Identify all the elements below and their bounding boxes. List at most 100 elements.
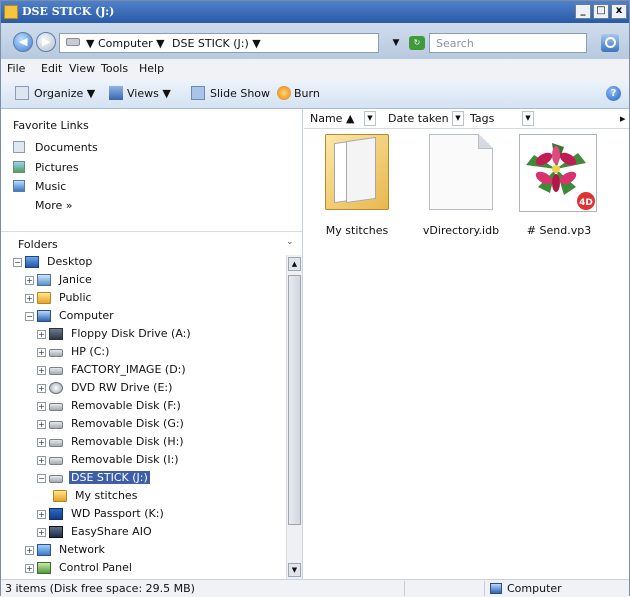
- file-name: # Send.vp3: [526, 224, 592, 237]
- tree-scrollbar[interactable]: ▲ ▼: [286, 255, 302, 579]
- status-zone: Computer: [507, 582, 562, 595]
- tree-label: WD Passport (K:): [71, 507, 164, 520]
- removable-disk-icon: [49, 403, 63, 411]
- address-bar: ◀ ▶ ▼ Computer ▼ DSE STICK (J:) ▼ ▼ ↻ Se…: [1, 23, 629, 59]
- column-header: Name ▲ ▼ Date taken ▼ Tags ▼ ▸: [304, 109, 629, 129]
- pictures-icon: [13, 161, 25, 173]
- expand-icon[interactable]: +: [25, 294, 34, 303]
- tree-label: Network: [59, 543, 105, 556]
- back-arrow-icon: ◀: [19, 35, 28, 48]
- tree-label: Removable Disk (G:): [71, 417, 184, 430]
- folder-icon: [325, 134, 389, 210]
- column-dropdown-icon[interactable]: ▼: [452, 111, 464, 126]
- slideshow-button[interactable]: Slide Show: [210, 87, 270, 100]
- column-more-icon[interactable]: ▸: [620, 112, 626, 125]
- collapse-icon[interactable]: −: [25, 312, 34, 321]
- floppy-drive-icon: [49, 328, 63, 340]
- column-date-taken[interactable]: Date taken: [388, 112, 449, 125]
- breadcrumb-computer[interactable]: ▼ Computer ▼: [86, 37, 165, 50]
- search-input[interactable]: Search: [429, 33, 587, 53]
- file-item-vdirectory[interactable]: vDirectory.idb: [416, 129, 506, 241]
- close-button[interactable]: x: [611, 4, 627, 19]
- collapse-icon[interactable]: −: [37, 474, 46, 483]
- maximize-button[interactable]: □: [593, 4, 609, 19]
- collapse-icon[interactable]: −: [13, 258, 22, 267]
- network-icon: [37, 544, 51, 556]
- menu-view[interactable]: View: [69, 62, 95, 75]
- address-field[interactable]: ▼ Computer ▼ DSE STICK (J:) ▼: [59, 33, 379, 53]
- printer-icon: [49, 526, 63, 538]
- favorite-label: Music: [35, 180, 67, 193]
- chevron-down-icon[interactable]: ⌄: [286, 237, 294, 247]
- file-name: My stitches: [325, 224, 389, 237]
- scroll-thumb[interactable]: [288, 275, 301, 525]
- embroidery-flower-icon: 4D: [519, 134, 597, 212]
- scroll-up-icon[interactable]: ▲: [288, 257, 301, 271]
- minimize-button[interactable]: _: [575, 4, 591, 19]
- dvd-drive-icon: [49, 382, 63, 394]
- search-placeholder: Search: [436, 37, 474, 50]
- views-button[interactable]: Views ▼: [127, 87, 171, 100]
- music-icon: [13, 180, 25, 192]
- expand-icon[interactable]: +: [37, 456, 46, 465]
- status-divider: [484, 581, 485, 596]
- tree-label: HP (C:): [71, 345, 110, 358]
- removable-disk-icon: [49, 421, 63, 429]
- tree-label: Computer: [59, 309, 114, 322]
- menu-file[interactable]: File: [7, 62, 25, 75]
- column-tags[interactable]: Tags: [470, 112, 494, 125]
- file-item-my-stitches[interactable]: My stitches: [312, 129, 402, 241]
- expand-icon[interactable]: +: [37, 366, 46, 375]
- tree-label: DVD RW Drive (E:): [71, 381, 173, 394]
- expand-icon[interactable]: +: [25, 546, 34, 555]
- tree-label: Janice: [59, 273, 92, 286]
- burn-button[interactable]: Burn: [294, 87, 320, 100]
- search-icon[interactable]: [601, 34, 619, 52]
- status-divider: [404, 581, 405, 596]
- forward-arrow-icon: ▶: [42, 35, 51, 48]
- desktop-icon: [25, 256, 39, 268]
- tree-label: Public: [59, 291, 92, 304]
- expand-icon[interactable]: +: [37, 330, 46, 339]
- menu-bar: File Edit View Tools Help: [1, 59, 629, 79]
- folder-tree: − Desktop + Janice + Public − Computer +: [1, 255, 286, 577]
- folders-header[interactable]: Folders ⌄: [1, 231, 302, 253]
- drive-icon: [66, 38, 80, 46]
- column-name[interactable]: Name ▲: [310, 112, 354, 125]
- refresh-icon[interactable]: ↻: [409, 36, 425, 50]
- address-dropdown[interactable]: ▼: [381, 33, 411, 53]
- file-list: Name ▲ ▼ Date taken ▼ Tags ▼ ▸ My stitch…: [304, 109, 629, 579]
- usb-drive-icon: [49, 508, 63, 520]
- tree-label: FACTORY_IMAGE (D:): [71, 363, 186, 376]
- scroll-down-icon[interactable]: ▼: [288, 563, 301, 577]
- tree-label: My stitches: [75, 489, 138, 502]
- computer-icon: [490, 583, 502, 594]
- hard-drive-icon: [49, 349, 63, 357]
- back-button[interactable]: ◀: [13, 32, 33, 52]
- menu-tools[interactable]: Tools: [101, 62, 128, 75]
- views-icon: [109, 86, 123, 100]
- expand-icon[interactable]: +: [37, 510, 46, 519]
- expand-icon[interactable]: +: [37, 384, 46, 393]
- menu-edit[interactable]: Edit: [41, 62, 62, 75]
- column-dropdown-icon[interactable]: ▼: [364, 111, 376, 126]
- expand-icon[interactable]: +: [25, 276, 34, 285]
- expand-icon[interactable]: +: [37, 438, 46, 447]
- expand-icon[interactable]: +: [25, 564, 34, 573]
- organize-button[interactable]: Organize ▼: [34, 87, 95, 100]
- drive-icon: [4, 5, 18, 19]
- expand-icon[interactable]: +: [37, 348, 46, 357]
- more-link: More »: [35, 199, 73, 212]
- expand-icon[interactable]: +: [37, 402, 46, 411]
- column-dropdown-icon[interactable]: ▼: [522, 111, 534, 126]
- title-bar[interactable]: DSE STICK (J:) _ □ x: [1, 1, 629, 23]
- expand-icon[interactable]: +: [37, 420, 46, 429]
- file-item-send-vp3[interactable]: 4D # Send.vp3: [514, 129, 604, 241]
- forward-button[interactable]: ▶: [36, 32, 56, 52]
- breadcrumb-dse-stick[interactable]: DSE STICK (J:) ▼: [172, 37, 261, 50]
- menu-help[interactable]: Help: [139, 62, 164, 75]
- favorite-label: Pictures: [35, 161, 79, 174]
- expand-icon[interactable]: +: [37, 528, 46, 537]
- help-icon[interactable]: ?: [606, 86, 621, 101]
- removable-disk-icon: [49, 475, 63, 483]
